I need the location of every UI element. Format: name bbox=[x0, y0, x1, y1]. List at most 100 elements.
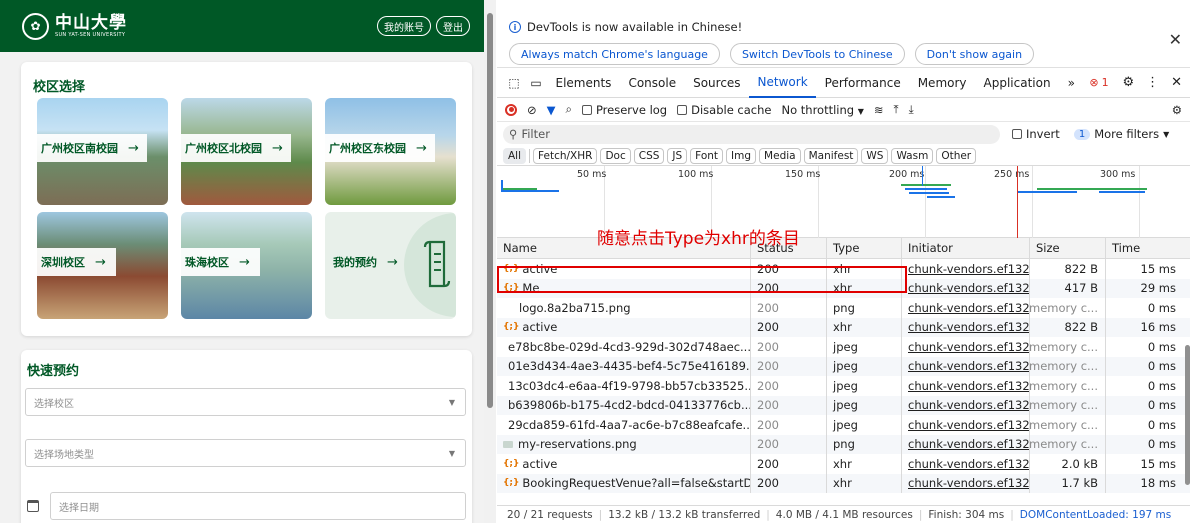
request-row[interactable]: 29cda859-61fd-4aa7-ac6e-b7c88eafcafe... 2… bbox=[497, 415, 1190, 435]
throttling-select[interactable]: No throttling ▼ bbox=[781, 103, 863, 117]
error-counter[interactable]: ⊗ 1 bbox=[1089, 76, 1108, 89]
campus-tile-shenzhen[interactable]: 深圳校区 → bbox=[37, 212, 168, 319]
request-initiator[interactable]: chunk-vendors.ef1324c bbox=[902, 454, 1030, 474]
dont-show-again-button[interactable]: Don't show again bbox=[914, 43, 1035, 65]
settings-icon[interactable]: ⚙ bbox=[1122, 75, 1134, 90]
request-name[interactable]: 29cda859-61fd-4aa7-ac6e-b7c88eafcafe... bbox=[497, 415, 751, 435]
logout-button[interactable]: 登出 bbox=[436, 16, 470, 36]
request-initiator[interactable]: chunk-vendors.ef1324c bbox=[902, 317, 1030, 337]
kebab-menu-icon[interactable]: ⋮ bbox=[1146, 75, 1159, 90]
request-name[interactable]: my-reservations.png bbox=[497, 434, 751, 454]
my-account-button[interactable]: 我的账号 bbox=[377, 16, 431, 36]
filter-funnel-icon[interactable]: ▼ bbox=[547, 103, 556, 117]
inspect-element-icon[interactable]: ⬚ bbox=[503, 68, 525, 98]
preserve-log-checkbox[interactable]: Preserve log bbox=[581, 103, 667, 117]
tab-elements[interactable]: Elements bbox=[547, 68, 620, 98]
tab-console[interactable]: Console bbox=[620, 68, 685, 98]
tab-application[interactable]: Application bbox=[975, 68, 1059, 98]
more-tabs-icon[interactable]: » bbox=[1059, 68, 1083, 98]
campus-tile-zhuhai[interactable]: 珠海校区 → bbox=[181, 212, 312, 319]
search-icon[interactable]: ⌕ bbox=[566, 102, 572, 117]
tab-network[interactable]: Network bbox=[749, 68, 817, 98]
scrollbar-thumb[interactable] bbox=[487, 13, 493, 408]
import-icon[interactable]: ⤒ bbox=[894, 102, 899, 117]
request-name[interactable]: e78bc8be-029d-4cd3-929d-302d748aec... bbox=[497, 337, 751, 357]
date-input[interactable]: 选择日期 bbox=[50, 492, 466, 520]
column-header-initiator[interactable]: Initiator bbox=[902, 238, 1030, 258]
match-language-button[interactable]: Always match Chrome's language bbox=[509, 43, 720, 65]
request-name[interactable]: {;} active bbox=[497, 317, 751, 337]
request-name[interactable]: 13c03dc4-e6aa-4f19-9798-bb57cb33525... bbox=[497, 376, 751, 396]
type-filter-js[interactable]: JS bbox=[667, 147, 688, 164]
tab-performance[interactable]: Performance bbox=[816, 68, 909, 98]
request-initiator[interactable]: chunk-vendors.ef1324c bbox=[902, 473, 1030, 493]
campus-tile-south[interactable]: 广州校区南校园 → bbox=[37, 98, 168, 205]
network-settings-icon[interactable]: ⚙ bbox=[1172, 103, 1190, 117]
type-filter-all[interactable]: All bbox=[503, 147, 527, 164]
dom-content-loaded: DOMContentLoaded: 197 ms bbox=[1019, 508, 1172, 521]
request-name[interactable]: logo.8a2ba715.png bbox=[497, 298, 751, 318]
error-icon: ⊗ bbox=[1089, 76, 1099, 89]
request-initiator[interactable]: chunk-vendors.ef1324c bbox=[902, 356, 1030, 376]
request-name[interactable]: b639806b-b175-4cd2-bdcd-04133776cb... bbox=[497, 395, 751, 415]
request-initiator[interactable]: chunk-vendors.ef1324c bbox=[902, 434, 1030, 454]
request-row[interactable]: {;} active 200 xhr chunk-vendors.ef1324c 822 … bbox=[497, 317, 1190, 337]
request-name[interactable]: 01e3d434-4ae3-4435-bef4-5c75e416189... bbox=[497, 356, 751, 376]
request-status: 200 bbox=[751, 298, 827, 318]
request-row[interactable]: logo.8a2ba715.png 200 png chunk-vendors.ef1… bbox=[497, 298, 1190, 318]
type-filter-fetch-xhr[interactable]: Fetch/XHR bbox=[533, 147, 598, 164]
type-filter-css[interactable]: CSS bbox=[633, 147, 665, 164]
request-name[interactable]: {;} active bbox=[497, 454, 751, 474]
type-filter-doc[interactable]: Doc bbox=[600, 147, 631, 164]
request-name[interactable]: {;} BookingRequestVenue?all=false&startDa… bbox=[497, 473, 751, 493]
type-filter-wasm[interactable]: Wasm bbox=[891, 147, 934, 164]
request-initiator[interactable]: chunk-vendors.ef1324c bbox=[902, 278, 1030, 298]
campus-tile-east[interactable]: 广州校区东校园 → bbox=[325, 98, 456, 205]
request-initiator[interactable]: chunk-vendors.ef1324c bbox=[902, 337, 1030, 357]
export-icon[interactable]: ⤓ bbox=[909, 102, 914, 117]
filter-input[interactable]: ⚲ Filter bbox=[503, 124, 1000, 144]
invert-checkbox[interactable]: Invert bbox=[1012, 127, 1060, 141]
request-initiator[interactable]: chunk-vendors.ef1324c bbox=[902, 298, 1030, 318]
network-conditions-icon[interactable]: ≋ bbox=[874, 103, 884, 117]
request-row[interactable]: 13c03dc4-e6aa-4f19-9798-bb57cb33525... 20… bbox=[497, 376, 1190, 396]
page-scrollbar[interactable] bbox=[484, 0, 496, 523]
column-header-size[interactable]: Size bbox=[1030, 238, 1106, 258]
device-toolbar-icon[interactable]: ▭ bbox=[525, 68, 547, 98]
request-initiator[interactable]: chunk-vendors.ef1324c bbox=[902, 395, 1030, 415]
type-filter-img[interactable]: Img bbox=[726, 147, 757, 164]
column-header-time[interactable]: Time bbox=[1106, 238, 1186, 258]
campus-tile-north[interactable]: 广州校区北校园 → bbox=[181, 98, 312, 205]
request-row[interactable]: {;} BookingRequestVenue?all=false&startDa… bbox=[497, 473, 1190, 493]
network-overview-timeline[interactable]: 50 ms 100 ms 150 ms 200 ms 250 ms 300 ms… bbox=[497, 166, 1190, 249]
request-row[interactable]: b639806b-b175-4cd2-bdcd-04133776cb... 200… bbox=[497, 395, 1190, 415]
close-devtools-icon[interactable]: ✕ bbox=[1171, 75, 1182, 90]
request-row[interactable]: e78bc8be-029d-4cd3-929d-302d748aec... 200… bbox=[497, 337, 1190, 357]
clear-icon[interactable]: ⊘ bbox=[527, 103, 537, 117]
university-logo[interactable]: ✿ 中山大學 SUN YAT-SEN UNIVERSITY bbox=[22, 12, 127, 40]
type-filter-other[interactable]: Other bbox=[936, 147, 977, 164]
timeline-tick: 100 ms bbox=[678, 169, 714, 180]
switch-to-chinese-button[interactable]: Switch DevTools to Chinese bbox=[729, 43, 905, 65]
request-initiator[interactable]: chunk-vendors.ef1324c bbox=[902, 376, 1030, 396]
type-filter-manifest[interactable]: Manifest bbox=[803, 147, 859, 164]
column-header-type[interactable]: Type bbox=[827, 238, 902, 258]
request-row[interactable]: 01e3d434-4ae3-4435-bef4-5c75e416189... 20… bbox=[497, 356, 1190, 376]
type-filter-font[interactable]: Font bbox=[690, 147, 724, 164]
disable-cache-checkbox[interactable]: Disable cache bbox=[677, 103, 771, 117]
more-filters-button[interactable]: 1 More filters ▼ bbox=[1073, 127, 1169, 141]
close-icon[interactable]: ✕ bbox=[1169, 30, 1182, 49]
my-reservations-tile[interactable]: 我的预约 → bbox=[325, 212, 456, 319]
request-initiator[interactable]: chunk-vendors.ef1324c bbox=[902, 259, 1030, 279]
request-row[interactable]: my-reservations.png 200 png chunk-vendors.e… bbox=[497, 434, 1190, 454]
type-filter-media[interactable]: Media bbox=[759, 147, 801, 164]
tab-sources[interactable]: Sources bbox=[685, 68, 749, 98]
request-initiator[interactable]: chunk-vendors.ef1324c bbox=[902, 415, 1030, 435]
tab-memory[interactable]: Memory bbox=[909, 68, 975, 98]
requests-scrollbar[interactable] bbox=[1185, 345, 1190, 485]
record-icon[interactable] bbox=[505, 103, 517, 116]
type-filter-ws[interactable]: WS bbox=[861, 147, 889, 164]
campus-select[interactable]: 选择校区 ▼ bbox=[25, 388, 466, 416]
venue-type-select[interactable]: 选择场地类型 ▼ bbox=[25, 439, 466, 467]
request-row[interactable]: {;} active 200 xhr chunk-vendors.ef1324c 2.0 … bbox=[497, 454, 1190, 474]
